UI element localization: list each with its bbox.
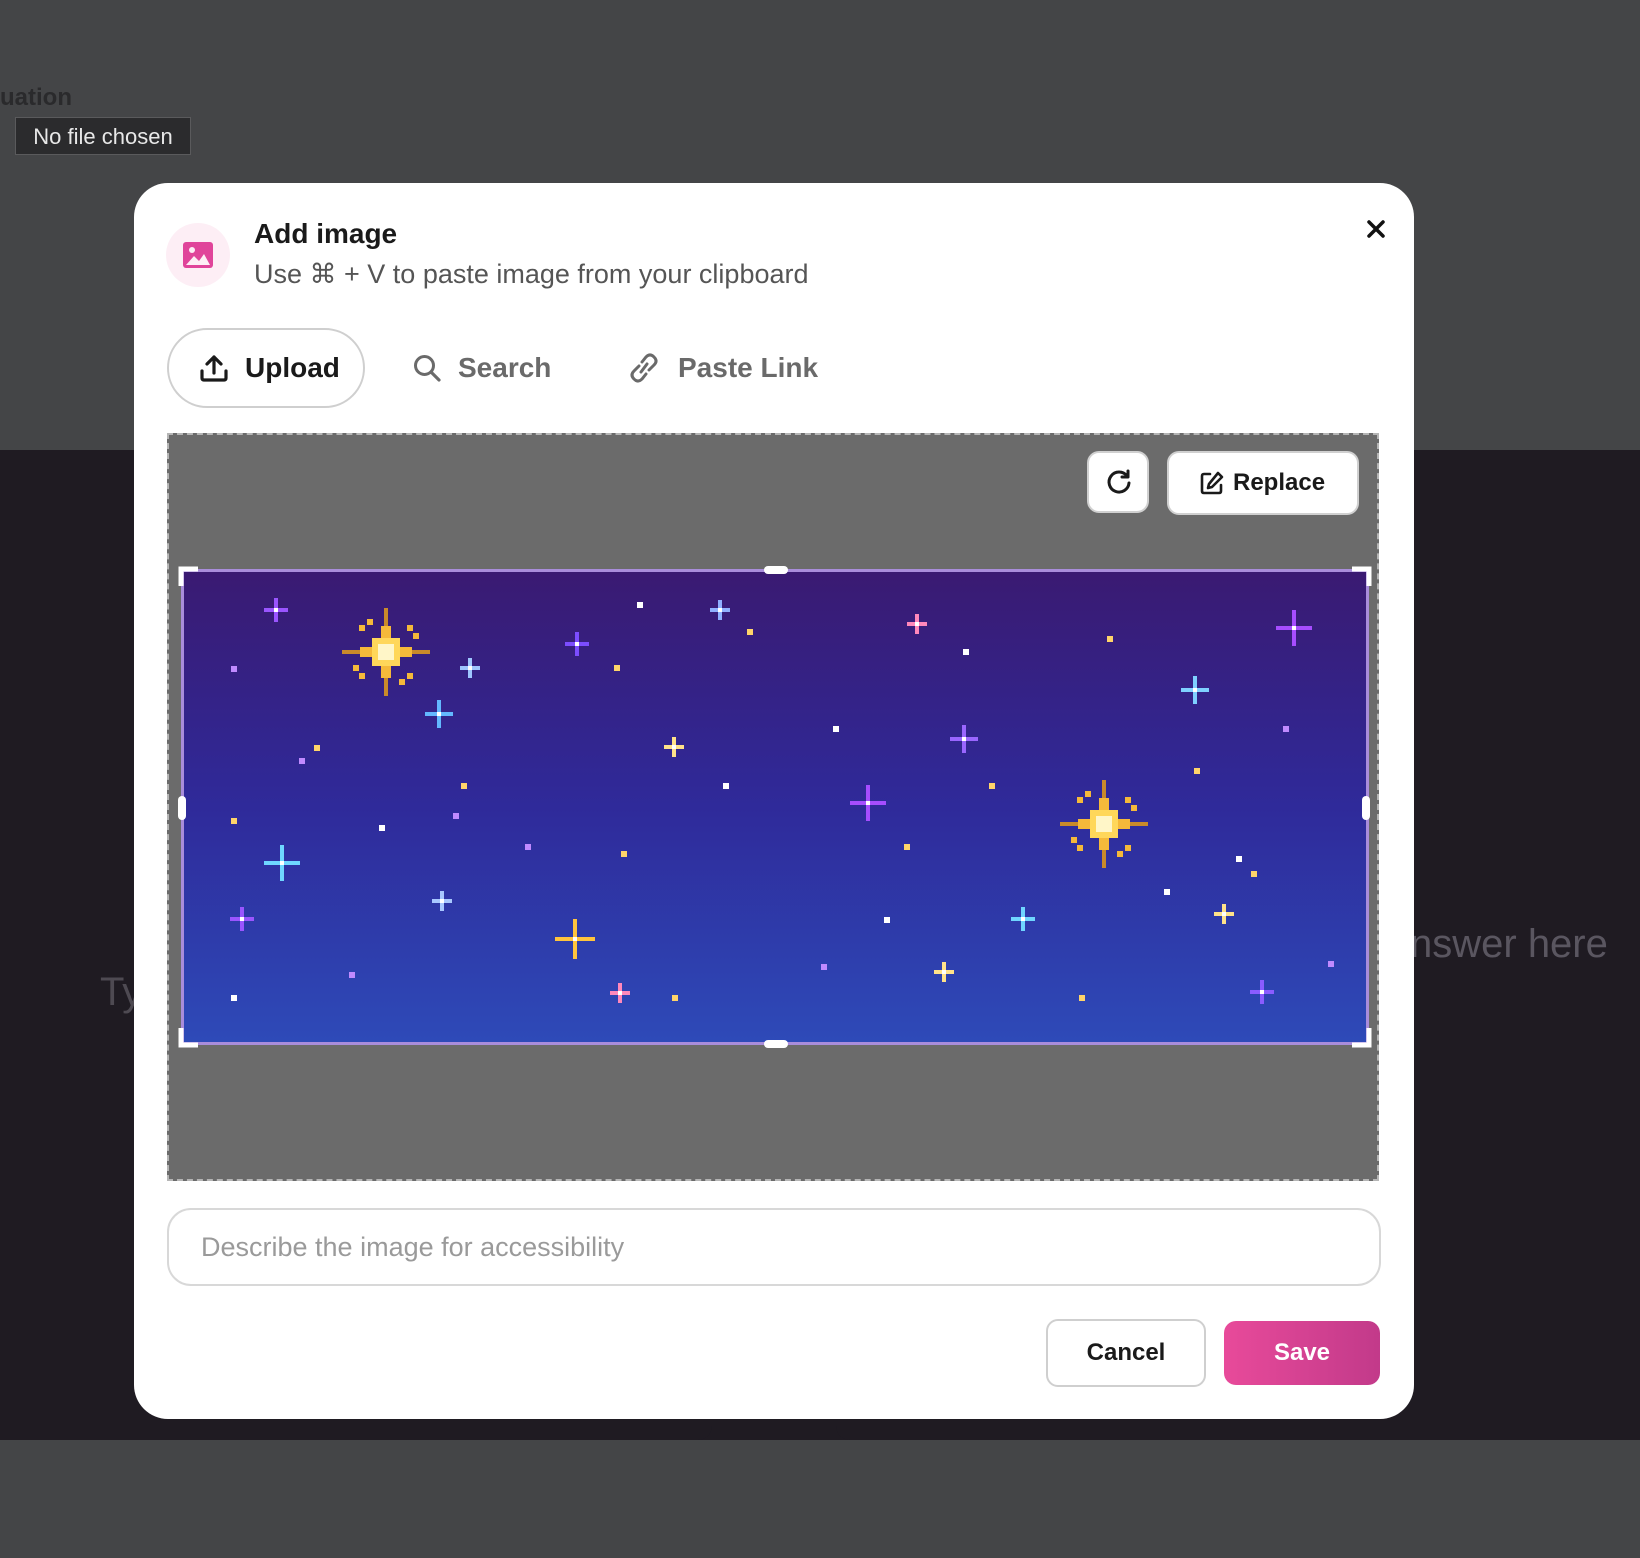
- modal-title: Add image: [254, 218, 398, 249]
- modal-subtitle: Use ⌘ + V to paste image from your clipb…: [254, 259, 809, 289]
- link-icon: [630, 353, 658, 383]
- crop-handle-right[interactable]: [1362, 796, 1370, 820]
- image-icon: [183, 242, 213, 268]
- crop-corner-bottom-right[interactable]: [1350, 1026, 1372, 1048]
- crop-corner-top-right[interactable]: [1350, 566, 1372, 588]
- cancel-button[interactable]: Cancel: [1046, 1319, 1206, 1387]
- alt-text-input[interactable]: [167, 1208, 1381, 1286]
- tab-upload[interactable]: Upload: [167, 328, 365, 408]
- tab-search[interactable]: Search: [412, 328, 551, 408]
- replace-label: Replace: [1233, 469, 1326, 496]
- crop-handle-left[interactable]: [178, 796, 186, 820]
- starry-sky-image: [184, 572, 1366, 1042]
- crop-corner-bottom-left[interactable]: [178, 1026, 200, 1048]
- tab-upload-label: Upload: [245, 352, 340, 383]
- close-button[interactable]: [1356, 209, 1396, 249]
- image-preview-area: Replace: [167, 433, 1379, 1181]
- tab-search-label: Search: [458, 352, 552, 383]
- file-input-status[interactable]: No file chosen: [15, 117, 191, 155]
- close-icon: [1367, 220, 1385, 238]
- rotate-button[interactable]: [1087, 451, 1149, 513]
- tab-paste-link[interactable]: Paste Link: [626, 328, 818, 408]
- crop-corner-top-left[interactable]: [178, 566, 200, 588]
- search-icon: [414, 355, 441, 382]
- rotate-icon: [1107, 469, 1131, 494]
- section-label: uation: [0, 84, 72, 111]
- answer-placeholder: nswer here: [1410, 922, 1608, 966]
- tab-paste-link-label: Paste Link: [678, 352, 819, 383]
- crop-frame[interactable]: [178, 566, 1372, 1048]
- replace-button[interactable]: Replace: [1167, 451, 1359, 515]
- page-background-bottom: [0, 1440, 1640, 1558]
- save-button[interactable]: Save: [1224, 1321, 1380, 1385]
- crop-handle-bottom[interactable]: [764, 1040, 788, 1048]
- upload-icon: [200, 355, 228, 382]
- crop-handle-top[interactable]: [764, 566, 788, 574]
- add-image-modal: Add image Use ⌘ + V to paste image from …: [134, 183, 1414, 1419]
- header-icon-badge: [166, 223, 230, 287]
- edit-icon: [1200, 471, 1224, 495]
